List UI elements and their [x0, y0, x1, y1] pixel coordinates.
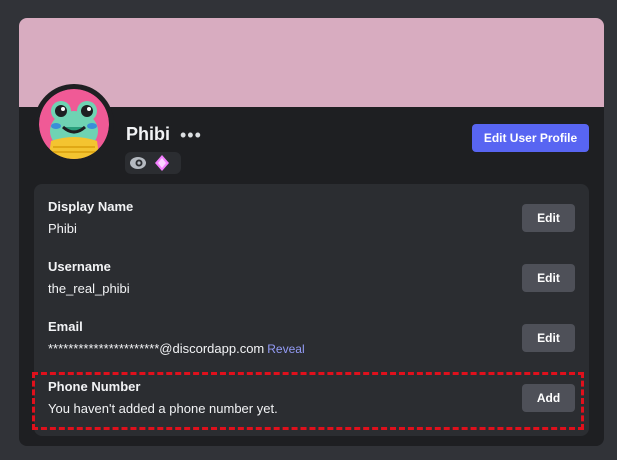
- email-field: Email **********************@discordapp.…: [48, 319, 305, 356]
- edit-username-button[interactable]: Edit: [522, 264, 575, 292]
- nitro-gem-badge-icon[interactable]: [153, 154, 171, 172]
- frog-avatar-icon: [39, 89, 109, 159]
- reveal-email-link[interactable]: Reveal: [267, 342, 304, 356]
- field-value: the_real_phibi: [48, 281, 130, 296]
- edit-email-button[interactable]: Edit: [522, 324, 575, 352]
- more-options-icon[interactable]: •••: [180, 126, 202, 144]
- username-field: Username the_real_phibi: [48, 259, 130, 296]
- edit-display-name-button[interactable]: Edit: [522, 204, 575, 232]
- masked-email: **********************@discordapp.com: [48, 341, 265, 356]
- display-name-field: Display Name Phibi: [48, 199, 133, 236]
- field-label: Email: [48, 319, 83, 334]
- profile-banner: [19, 18, 604, 107]
- field-value: Phibi: [48, 221, 77, 236]
- field-label: Display Name: [48, 199, 134, 214]
- edit-user-profile-button[interactable]: Edit User Profile: [472, 124, 589, 152]
- field-label: Username: [48, 259, 111, 274]
- profile-username: Phibi: [126, 124, 170, 144]
- hypesquad-badge-icon[interactable]: [129, 154, 147, 172]
- profile-badges: [125, 152, 181, 174]
- avatar[interactable]: [39, 89, 109, 159]
- field-value: **********************@discordapp.com Rev…: [48, 341, 305, 356]
- highlight-annotation: [32, 372, 584, 430]
